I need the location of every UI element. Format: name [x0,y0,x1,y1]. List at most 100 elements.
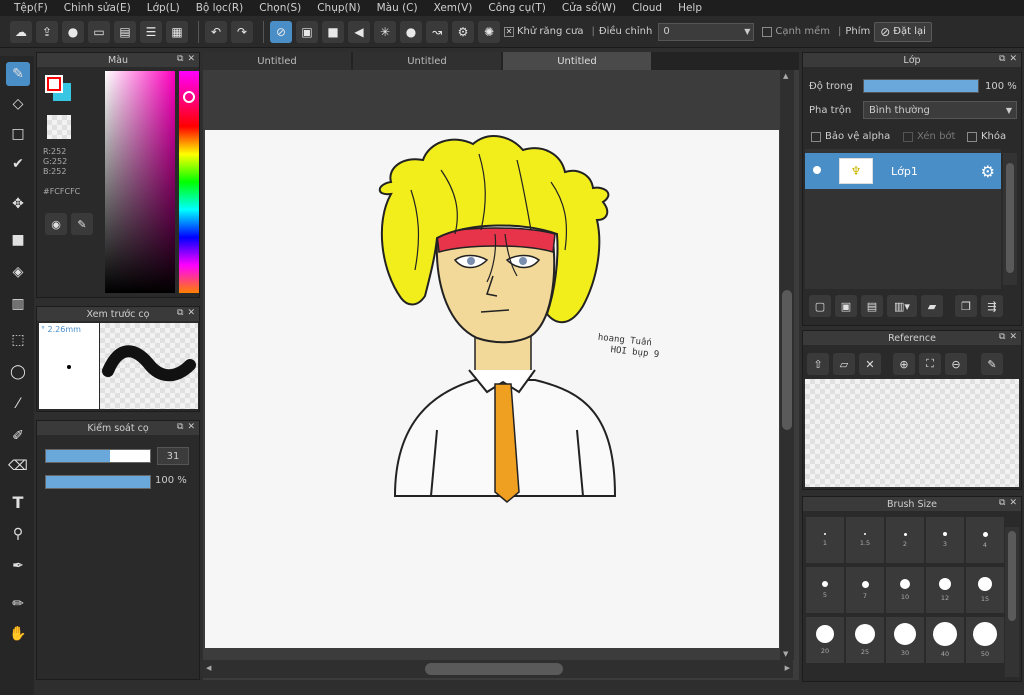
merge-layer-icon[interactable]: ⇶ [981,295,1003,317]
scroll-left-icon[interactable]: ◀ [206,664,211,672]
zoom-out-icon[interactable]: ⊖ [945,353,967,375]
settings-icon[interactable]: ⚙ [452,20,474,43]
brush-size-option[interactable]: 2 [886,517,924,563]
menu-help[interactable]: Help [670,2,710,14]
gear-icon[interactable]: ⚙ [981,162,995,181]
lock-checkbox[interactable] [967,131,977,142]
list-icon[interactable]: ☰ [140,20,162,43]
scroll-down-icon[interactable]: ▼ [783,650,788,658]
close-icon[interactable]: ✕ [187,422,195,432]
new-layer-8bit-icon[interactable]: ▣ [835,295,857,317]
vertical-scroll-thumb[interactable] [782,290,792,430]
brush-size-option[interactable]: 20 [806,617,844,663]
new-layer-icon[interactable]: ▢ [809,295,831,317]
horizontal-scroll-thumb[interactable] [425,663,563,675]
reference-image-area[interactable] [805,379,1019,487]
menu-tools[interactable]: Công cụ(T) [480,2,553,14]
text-tool-icon[interactable]: T [6,490,30,514]
folder-icon[interactable]: ▰ [921,295,943,317]
hue-slider[interactable] [179,71,199,293]
open-folder-icon[interactable]: ▱ [833,353,855,375]
select-eraser-tool-icon[interactable]: ⌫ [6,454,30,478]
hue-slider-knob[interactable] [183,91,195,103]
protect-alpha-checkbox[interactable] [811,131,821,142]
new-layer-1bit-icon[interactable]: ▤ [861,295,883,317]
shape-tool-icon[interactable]: □ [6,122,30,146]
menu-capture[interactable]: Chụp(N) [309,2,368,14]
cloud-icon[interactable]: ☁ [10,20,32,43]
zoom-in-icon[interactable]: ⊕ [893,353,915,375]
saturation-value-picker[interactable] [105,71,175,293]
monitor-icon[interactable]: ▭ [88,20,110,43]
export-icon[interactable]: ⇪ [36,20,58,43]
duplicate-layer-icon[interactable]: ❐ [955,295,977,317]
brush-size-option[interactable]: 3 [926,517,964,563]
antialias-checkbox[interactable]: ✕ [504,26,514,37]
menu-window[interactable]: Cửa sổ(W) [554,2,624,14]
hand-tool-icon[interactable]: ✋ [6,622,30,646]
brush-size-option[interactable]: 25 [846,617,884,663]
adjust-select[interactable]: 0 ▼ [658,22,755,41]
tab-untitled-3[interactable]: Untitled [503,52,651,70]
canvas-horizontal-scrollbar[interactable]: ◀ ▶ [203,660,793,678]
foreground-color-swatch[interactable] [45,75,63,93]
menu-filter[interactable]: Bộ lọc(R) [188,2,252,14]
transform-icon[interactable]: ✳ [374,20,396,43]
divide-tool-icon[interactable]: ⚲ [6,522,30,546]
brush-size-option[interactable]: 1 [806,517,844,563]
deselect-icon[interactable]: ⊘ [270,20,292,43]
tab-untitled-2[interactable]: Untitled [353,52,501,70]
brush-size-option[interactable]: 7 [846,567,884,613]
brush-size-option[interactable]: 10 [886,567,924,613]
fill-rect-tool-icon[interactable]: ■ [6,228,30,252]
brush-size-option[interactable]: 15 [966,567,1004,613]
scroll-up-icon[interactable]: ▲ [783,72,788,80]
brush-size-option[interactable]: 50 [966,617,1004,663]
tab-untitled-1[interactable]: Untitled [203,52,351,70]
eyedropper-tool-icon[interactable]: ✒ [6,554,30,578]
drawing-canvas[interactable]: hoang Tuấn HOI bụp 9 [205,130,779,648]
select-rect-tool-icon[interactable]: ⬚ [6,328,30,352]
clipping-checkbox[interactable] [903,131,913,142]
popout-icon[interactable]: ⧉ [999,498,1005,508]
flip-icon[interactable]: ◀ [348,20,370,43]
brush-size-scrollbar[interactable] [1005,527,1019,677]
eraser-tool-icon[interactable]: ◇ [6,92,30,116]
brush-size-option[interactable]: 30 [886,617,924,663]
menu-color[interactable]: Màu (C) [369,2,426,14]
canvas-area[interactable]: hoang Tuấn HOI bụp 9 [203,70,799,680]
bucket-tool-icon[interactable]: ◈ [6,260,30,284]
popout-icon[interactable]: ⧉ [177,54,183,64]
brush-size-option[interactable]: 4 [966,517,1004,563]
invert-selection-icon[interactable]: ■ [322,20,344,43]
magic-wand-tool-icon[interactable]: ⁄ [6,392,30,416]
clipping-toggle[interactable]: Xén bớt [903,131,955,142]
menu-edit[interactable]: Chỉnh sửa(E) [56,2,139,14]
gear-icon[interactable]: ✺ [478,20,500,43]
brush-size-option[interactable]: 12 [926,567,964,613]
brush-size-option[interactable]: 1.5 [846,517,884,563]
gradient-tool-icon[interactable]: ▥ [6,292,30,316]
fit-icon[interactable]: ⛶ [919,353,941,375]
brush-size-slider[interactable] [45,449,151,463]
open-file-icon[interactable]: ⇧ [807,353,829,375]
edge-checkbox[interactable] [762,26,773,37]
protect-alpha-toggle[interactable]: Bảo vệ alpha [811,131,890,142]
brush-size-value[interactable]: 31 [157,447,189,465]
close-icon[interactable]: ✕ [187,308,195,318]
add-layer-menu-icon[interactable]: ▥▾ [887,295,917,317]
layer-opacity-slider[interactable] [863,79,979,93]
popout-icon[interactable]: ⧉ [999,332,1005,342]
close-icon[interactable]: ✕ [1009,332,1017,342]
eyedropper-icon[interactable]: ✎ [981,353,1003,375]
redo-icon[interactable]: ↷ [231,20,253,43]
check-tool-icon[interactable]: ✔ [6,152,30,176]
close-icon[interactable]: ✕ [1009,498,1017,508]
document-icon[interactable]: ▤ [114,20,136,43]
close-icon[interactable]: ✕ [859,353,881,375]
popout-icon[interactable]: ⧉ [177,308,183,318]
brush-shape-icon[interactable]: ● [400,20,422,43]
undo-icon[interactable]: ↶ [205,20,227,43]
brush-size-option[interactable]: 5 [806,567,844,613]
brush-tool-icon[interactable]: ✎ [6,62,30,86]
